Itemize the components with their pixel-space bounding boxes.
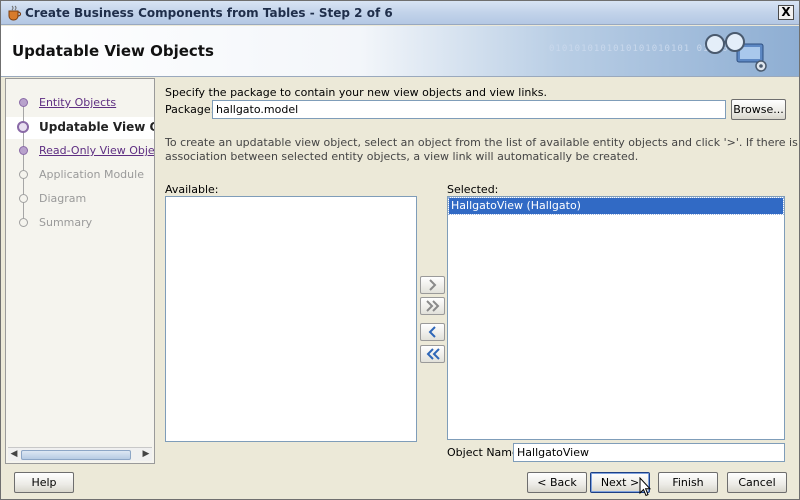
selected-list-item[interactable]: HallgatoView (Hallgato) bbox=[448, 197, 784, 215]
back-button[interactable]: < Back bbox=[527, 472, 587, 493]
step-current-icon bbox=[17, 121, 29, 133]
browse-button[interactable]: Browse... bbox=[731, 99, 786, 120]
move-left-icon bbox=[428, 326, 436, 338]
move-all-right-icon bbox=[426, 300, 440, 312]
close-icon: X bbox=[781, 5, 791, 19]
header-banner: Updatable View Objects 01010101010101010… bbox=[1, 26, 799, 77]
step-visited-icon bbox=[19, 98, 28, 107]
step-disabled-icon bbox=[19, 170, 28, 179]
app-icon bbox=[8, 5, 22, 21]
selected-label: Selected: bbox=[447, 183, 499, 196]
step-disabled-icon bbox=[19, 194, 28, 203]
footer-bar: Help < Back Next > Finish Cancel bbox=[1, 465, 799, 499]
step-entity-objects[interactable]: Entity Objects bbox=[6, 93, 154, 115]
finish-button[interactable]: Finish bbox=[658, 472, 718, 493]
available-list[interactable] bbox=[165, 196, 417, 442]
step-disabled-icon bbox=[19, 218, 28, 227]
main-panel: Specify the package to contain your new … bbox=[156, 78, 800, 464]
move-all-left-icon bbox=[426, 348, 440, 360]
step-label: Summary bbox=[39, 216, 93, 229]
title-bar[interactable]: Create Business Components from Tables -… bbox=[1, 1, 799, 25]
package-label: Package: bbox=[165, 103, 215, 116]
mouse-cursor-icon bbox=[639, 477, 651, 497]
instructions-line-1: To create an updatable view object, sele… bbox=[165, 136, 800, 149]
object-name-label: Object Name: bbox=[447, 446, 523, 459]
step-diagram: Diagram bbox=[6, 189, 154, 211]
step-label[interactable]: Read-Only View Objects bbox=[39, 144, 154, 157]
step-label: Application Module bbox=[39, 168, 144, 181]
move-right-button[interactable] bbox=[420, 276, 445, 294]
wizard-dialog: Create Business Components from Tables -… bbox=[0, 0, 800, 500]
wizard-glasses-icon bbox=[705, 32, 767, 72]
cancel-button[interactable]: Cancel bbox=[727, 472, 787, 493]
nav-horizontal-scrollbar[interactable]: ◀ ▶ bbox=[8, 447, 152, 461]
step-application-module: Application Module bbox=[6, 165, 154, 187]
intro-text: Specify the package to contain your new … bbox=[165, 86, 547, 99]
move-all-right-button[interactable] bbox=[420, 297, 445, 315]
move-left-button[interactable] bbox=[420, 323, 445, 341]
page-title: Updatable View Objects bbox=[12, 42, 214, 60]
scroll-left-icon[interactable]: ◀ bbox=[8, 448, 20, 461]
wizard-steps-panel: Entity Objects Updatable View Objects Re… bbox=[5, 78, 155, 464]
step-read-only-view-objects[interactable]: Read-Only View Objects bbox=[6, 141, 154, 163]
step-updatable-view-objects: Updatable View Objects bbox=[6, 117, 154, 139]
package-input[interactable]: hallgato.model bbox=[212, 100, 726, 119]
step-label: Updatable View Objects bbox=[39, 120, 154, 134]
step-summary: Summary bbox=[6, 213, 154, 235]
move-right-icon bbox=[429, 279, 437, 291]
scroll-right-icon[interactable]: ▶ bbox=[140, 448, 152, 461]
close-button[interactable]: X bbox=[778, 5, 794, 20]
available-label: Available: bbox=[165, 183, 219, 196]
window-title: Create Business Components from Tables -… bbox=[25, 6, 393, 20]
object-name-input[interactable]: HallgatoView bbox=[513, 443, 785, 462]
step-label[interactable]: Entity Objects bbox=[39, 96, 116, 109]
instructions-line-2: association between selected entity obje… bbox=[165, 150, 639, 163]
move-all-left-button[interactable] bbox=[420, 345, 445, 363]
help-button[interactable]: Help bbox=[14, 472, 74, 493]
selected-list[interactable]: HallgatoView (Hallgato) bbox=[447, 196, 785, 440]
step-visited-icon bbox=[19, 146, 28, 155]
scrollbar-thumb[interactable] bbox=[21, 450, 131, 460]
step-label: Diagram bbox=[39, 192, 87, 205]
